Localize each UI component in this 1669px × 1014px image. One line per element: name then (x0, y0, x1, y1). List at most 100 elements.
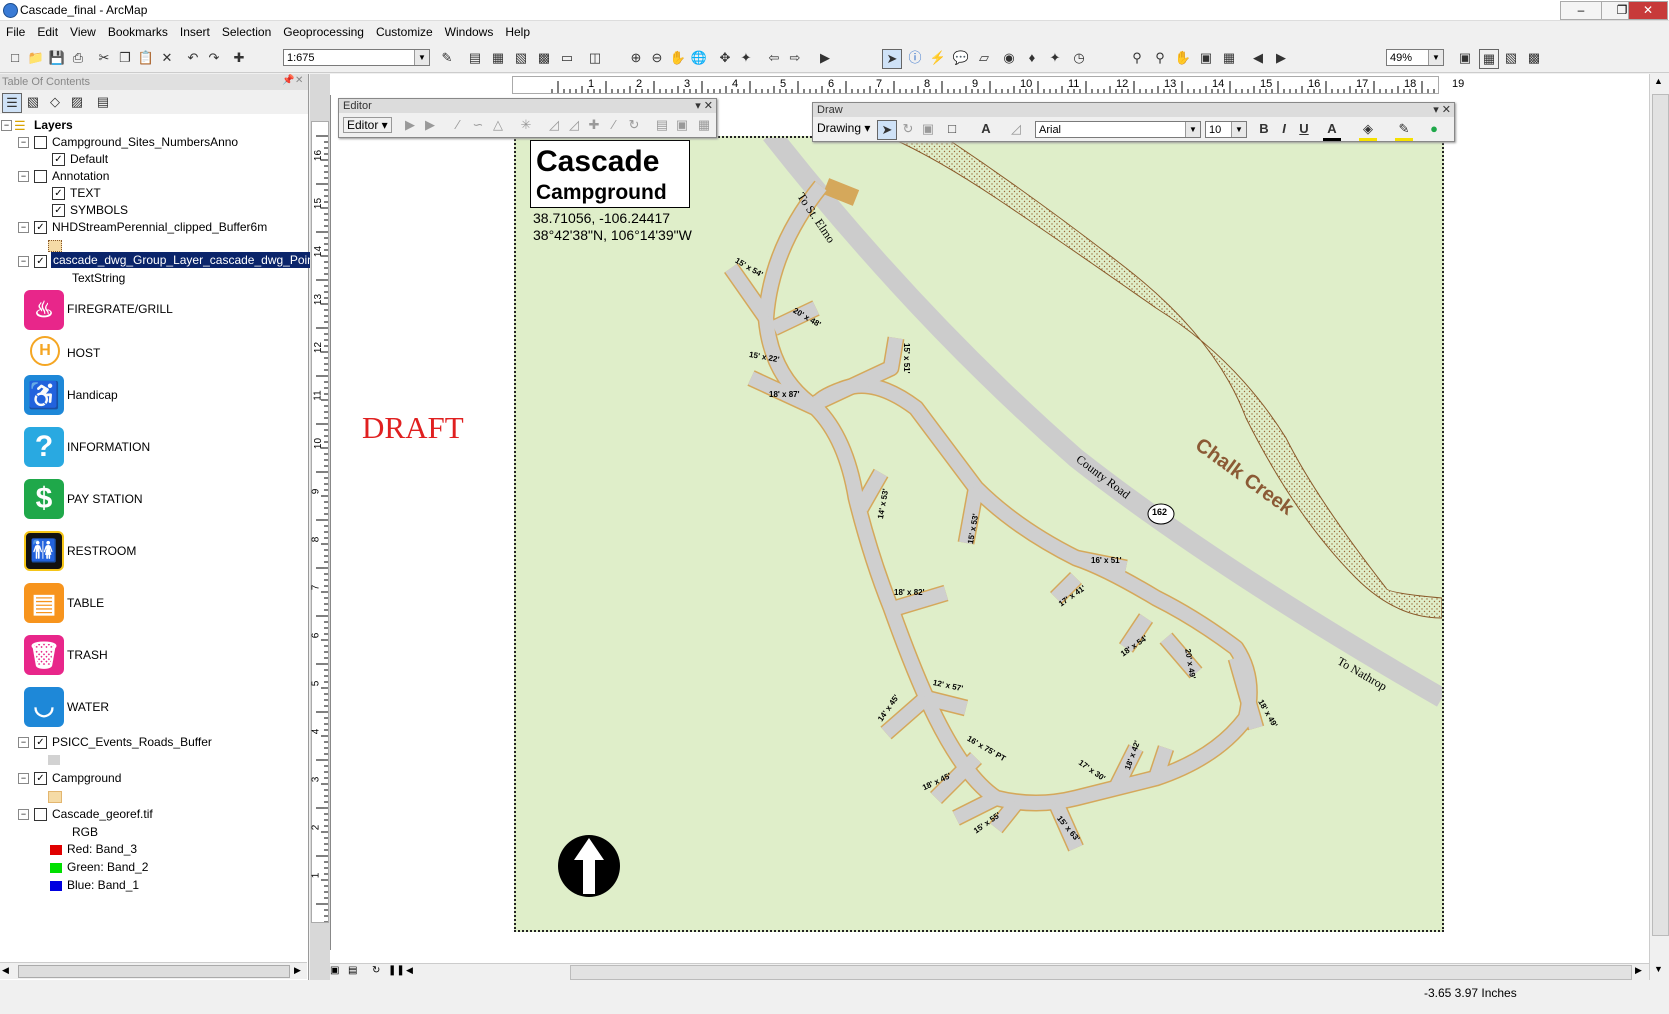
collapse-toggle[interactable]: − (1, 120, 12, 131)
list-by-selection-icon[interactable]: ▨ (68, 93, 86, 111)
layout-horizontal-scrollbar[interactable]: ▣ ▤ ↻ ❚❚ ◀ ▶ (330, 963, 1649, 981)
edit-annotation-icon[interactable]: ▶ (421, 116, 439, 134)
drawing-menu-button[interactable]: Drawing ▾ (817, 121, 870, 135)
refresh-icon[interactable]: ↻ (372, 965, 380, 976)
menu-geoprocessing[interactable]: Geoprocessing (277, 22, 370, 42)
scroll-down-icon[interactable]: ▼ (1654, 964, 1663, 974)
map-data-frame[interactable]: Cascade Campground 38.71056, -106.24417 … (514, 136, 1444, 932)
pin-icon[interactable]: 📌 (282, 75, 294, 86)
close-button[interactable]: ✕ (1628, 1, 1668, 20)
find-route-icon[interactable]: ♦ (1023, 49, 1041, 67)
split-icon[interactable]: ∕ (605, 116, 623, 134)
menu-view[interactable]: View (64, 22, 102, 42)
rotate-icon[interactable]: ↻ (625, 116, 643, 134)
menu-bookmarks[interactable]: Bookmarks (102, 22, 174, 42)
editor-toolbar-icon[interactable]: ✎ (438, 49, 456, 67)
edit-vertices-icon[interactable]: ◿ (545, 116, 563, 134)
time-slider-icon[interactable]: ◷ (1070, 49, 1088, 67)
rectangle-icon[interactable]: □ (943, 120, 961, 138)
layout-forward-icon[interactable]: ▶ (1272, 49, 1290, 67)
attributes-icon[interactable]: ▤ (653, 116, 671, 134)
add-data-icon[interactable]: ✚ (230, 49, 248, 67)
layer-campground-sites-anno[interactable]: Campground_Sites_NumbersAnno (52, 135, 238, 149)
scroll-left-icon[interactable]: ◀ (406, 965, 413, 976)
select-elements-arrow-icon[interactable]: ➤ (882, 49, 902, 69)
chevron-down-icon[interactable]: ▼ (1185, 122, 1200, 137)
cut-polygon-icon[interactable]: ✚ (585, 116, 603, 134)
layer-visibility-checkbox[interactable] (34, 170, 47, 183)
chevron-down-icon[interactable]: ▼ (414, 50, 429, 65)
symbol-label-host[interactable]: HOST (67, 346, 100, 360)
symbol-label-table[interactable]: TABLE (67, 596, 104, 610)
open-folder-icon[interactable]: 📁 (27, 49, 45, 67)
select-features-icon[interactable]: ▶ (816, 49, 834, 67)
close-icon[interactable]: ✕ (295, 75, 303, 86)
layout-zoom-combo[interactable]: 49% ▼ (1386, 49, 1444, 66)
delete-icon[interactable]: ✕ (158, 49, 176, 67)
list-by-visibility-icon[interactable]: ◇ (46, 93, 64, 111)
chevron-down-icon[interactable]: ▼ (1428, 50, 1443, 65)
minimize-button[interactable]: – (1560, 1, 1602, 20)
find-binoculars-icon[interactable]: ◉ (1000, 49, 1018, 67)
save-icon[interactable]: 💾 (48, 49, 66, 67)
options-icon[interactable]: ▤ (94, 93, 112, 111)
select-elements-icon[interactable]: ➤ (877, 120, 897, 140)
data-view-icon[interactable]: ▣ (330, 965, 339, 976)
menu-selection[interactable]: Selection (216, 22, 277, 42)
draft-watermark-text[interactable]: DRAFT (362, 410, 464, 446)
layer-campground[interactable]: Campground (52, 771, 121, 785)
editor-menu-button[interactable]: Editor ▾ (343, 117, 392, 133)
toc-horizontal-scrollbar[interactable]: ◀ ▶ (0, 962, 307, 979)
html-popup-icon[interactable]: 💬 (952, 49, 970, 67)
zoom-out-icon[interactable]: ⊖ (648, 49, 666, 67)
undo-icon[interactable]: ↶ (184, 49, 202, 67)
map-scale-combo[interactable]: 1:675 ▼ (283, 49, 430, 66)
class-text-label[interactable]: TEXT (70, 186, 101, 200)
symbol-label-firegrate[interactable]: FIREGRATE/GRILL (67, 302, 173, 316)
fixed-zoom-in-icon[interactable]: ✥ (716, 49, 734, 67)
forward-arrow-icon[interactable]: ⇨ (786, 49, 804, 67)
symbol-label-handicap[interactable]: Handicap (67, 388, 118, 402)
scroll-right-icon[interactable]: ▶ (1635, 965, 1642, 976)
zoom-whole-page-icon[interactable]: ▣ (1197, 49, 1215, 67)
layout-back-icon[interactable]: ◀ (1249, 49, 1267, 67)
zoom-100-percent-icon[interactable]: ▦ (1220, 49, 1238, 67)
scroll-right-icon[interactable]: ▶ (294, 965, 301, 976)
layer-visibility-checkbox[interactable] (34, 136, 47, 149)
edit-tool-icon[interactable]: ▶ (401, 116, 419, 134)
search-window-icon[interactable]: ▧ (512, 49, 530, 67)
class-default-label[interactable]: Default (70, 152, 108, 166)
identify-info-icon[interactable]: ⓘ (906, 49, 924, 67)
list-by-drawing-order-icon[interactable]: ☰ (2, 93, 22, 113)
focus-data-frame-icon[interactable]: ▦ (1479, 49, 1499, 69)
layer-visibility-checkbox[interactable]: ✓ (34, 255, 47, 268)
layer-visibility-checkbox[interactable] (34, 808, 47, 821)
collapse-toggle[interactable]: − (18, 773, 29, 784)
chevron-down-icon[interactable]: ▼ (1231, 122, 1246, 137)
class-text-checkbox[interactable]: ✓ (52, 187, 65, 200)
menu-help[interactable]: Help (499, 22, 536, 42)
font-name-combo[interactable]: Arial ▼ (1035, 121, 1201, 138)
toc-root-layers[interactable]: Layers (34, 118, 73, 132)
symbol-label-information[interactable]: INFORMATION (67, 440, 150, 454)
cut-icon[interactable]: ✂ (95, 49, 113, 67)
zoom-in-icon[interactable]: ⊕ (627, 49, 645, 67)
class-default-checkbox[interactable]: ✓ (52, 153, 65, 166)
back-arrow-icon[interactable]: ⇦ (765, 49, 783, 67)
class-symbols-label[interactable]: SYMBOLS (70, 203, 128, 217)
list-by-source-icon[interactable]: ▧ (24, 93, 42, 111)
edit-vertices-icon[interactable]: ◿ (1007, 120, 1025, 138)
print-icon[interactable]: ⎙ (69, 49, 87, 67)
layer-nhd-stream-buffer[interactable]: NHDStreamPerennial_clipped_Buffer6m (52, 220, 267, 234)
text-tool-icon[interactable]: A (977, 120, 995, 138)
scroll-thumb[interactable] (1652, 94, 1669, 936)
bold-button[interactable]: B (1255, 120, 1273, 138)
end-point-arc-icon[interactable]: ∽ (469, 116, 487, 134)
close-icon[interactable]: ▾ ✕ (1433, 103, 1451, 117)
italic-button[interactable]: I (1275, 120, 1293, 138)
reshape-icon[interactable]: ◿ (565, 116, 583, 134)
line-color-icon[interactable]: ✎ (1395, 120, 1413, 141)
copy-icon[interactable]: ❐ (116, 49, 134, 67)
layer-annotation[interactable]: Annotation (52, 169, 109, 183)
fill-color-icon[interactable]: ◈ (1359, 120, 1377, 141)
